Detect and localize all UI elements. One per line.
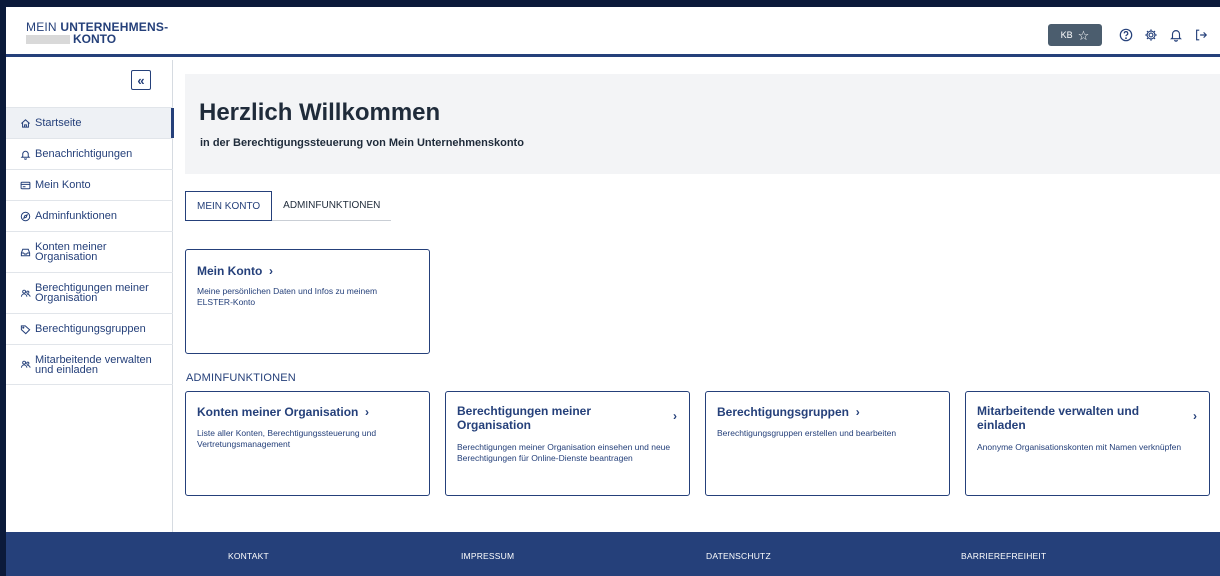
section-label-adminfunktionen: ADMINFUNKTIONEN xyxy=(186,372,296,384)
user-badge-button[interactable]: KB ☆ xyxy=(1048,24,1102,46)
logo[interactable]: MEIN UNTERNEHMENS- KONTO xyxy=(26,21,168,45)
chevron-right-icon: › xyxy=(365,405,370,419)
sidebar-item-label: Startseite xyxy=(35,117,82,129)
tab-mein-konto[interactable]: MEIN KONTO xyxy=(185,191,273,221)
sidebar-item-label: Adminfunktionen xyxy=(35,210,117,222)
sidebar-item-benachrichtigungen[interactable]: Benachrichtigungen xyxy=(6,138,173,169)
footer-link-barrierefreiheit[interactable]: BARRIEREFREIHEIT xyxy=(961,551,1046,561)
card-description: Meine persönlichen Daten und Infos zu me… xyxy=(197,286,378,307)
card-title: Berechtigungen meiner Organisation xyxy=(457,404,592,432)
sidebar-item-mitarbeitende-verwalten[interactable]: Mitarbeitende verwalten und einladen xyxy=(6,344,173,385)
sidebar-nav: Startseite Benachrichtigungen Mein Konto… xyxy=(6,107,174,385)
home-icon xyxy=(19,117,31,129)
chevron-right-icon: › xyxy=(1193,409,1197,423)
sidebar-item-label: Mein Konto xyxy=(35,179,91,191)
card-berechtigungsgruppen[interactable]: Berechtigungsgruppen › Berechtigungsgrup… xyxy=(705,391,950,496)
inbox-icon xyxy=(19,246,31,258)
user-initials: KB xyxy=(1060,30,1073,40)
app-frame: MEIN UNTERNEHMENS- KONTO KB ☆ « Startsei… xyxy=(6,7,1220,576)
chevron-right-icon: › xyxy=(269,264,273,278)
gear-icon[interactable] xyxy=(1140,24,1162,46)
card-mein-konto[interactable]: Mein Konto › Meine persönlichen Daten un… xyxy=(185,249,430,354)
sidebar-item-startseite[interactable]: Startseite xyxy=(6,107,174,138)
card-description: Anonyme Organisationskonten mit Namen ve… xyxy=(977,442,1182,452)
logo-prefix: MEIN xyxy=(26,20,61,34)
sidebar-item-berechtigungsgruppen[interactable]: Berechtigungsgruppen xyxy=(6,313,173,344)
sidebar: « Startseite Benachrichtigungen Mein Kon… xyxy=(6,60,174,532)
card-title: Konten meiner Organisation › xyxy=(197,405,369,419)
sidebar-item-label: Mitarbeitende verwalten und einladen xyxy=(35,353,152,376)
logo-gray-bar xyxy=(26,34,70,44)
card-description: Berechtigungsgruppen erstellen und bearb… xyxy=(717,428,897,438)
card-title-text: Berechtigungsgruppen xyxy=(717,405,850,419)
sidebar-item-label: Berechtigungen meiner Organisation xyxy=(35,282,149,304)
tab-bar: MEIN KONTO ADMINFUNKTIONEN xyxy=(185,191,392,221)
bell-icon xyxy=(19,148,31,160)
sidebar-item-konten-meiner-organisation[interactable]: Konten meiner Organisation xyxy=(6,231,173,272)
tab-adminfunktionen[interactable]: ADMINFUNKTIONEN xyxy=(272,191,391,220)
page-subtitle: in der Berechtigungssteuerung von Mein U… xyxy=(200,137,524,149)
sidebar-item-adminfunktionen[interactable]: Adminfunktionen xyxy=(6,200,173,231)
header-actions: KB ☆ xyxy=(1048,24,1212,46)
welcome-banner: Herzlich Willkommen in der Berechtigungs… xyxy=(185,74,1220,174)
chevron-right-icon: › xyxy=(855,405,860,419)
card-title-text: Konten meiner Organisation xyxy=(197,405,359,419)
card-title: Mein Konto › xyxy=(197,264,273,278)
users-icon xyxy=(19,359,31,371)
sidebar-item-mein-konto[interactable]: Mein Konto xyxy=(6,169,173,200)
logout-icon[interactable] xyxy=(1190,24,1212,46)
footer-link-kontakt[interactable]: KONTAKT xyxy=(228,551,269,561)
card-berechtigungen-meiner-organisation[interactable]: Berechtigungen meiner Organisation › Ber… xyxy=(445,391,690,496)
id-card-icon xyxy=(19,179,31,191)
footer-link-datenschutz[interactable]: DATENSCHUTZ xyxy=(706,551,771,561)
card-title: Berechtigungsgruppen › xyxy=(717,405,860,419)
help-icon[interactable] xyxy=(1115,24,1137,46)
app-header: MEIN UNTERNEHMENS- KONTO KB ☆ xyxy=(6,7,1220,57)
sidebar-item-berechtigungen-meiner-organisation[interactable]: Berechtigungen meiner Organisation xyxy=(6,272,173,313)
card-title-text: Mein Konto xyxy=(197,264,263,278)
card-title: Mitarbeitende verwalten und einladen xyxy=(977,404,1140,432)
card-description: Liste aller Konten, Berechtigungssteueru… xyxy=(197,428,377,449)
users-key-icon xyxy=(19,287,31,299)
sidebar-item-label: Berechtigungsgruppen xyxy=(35,323,146,335)
sidebar-item-label: Benachrichtigungen xyxy=(35,148,133,160)
footer: KONTAKT IMPRESSUM DATENSCHUTZ BARRIEREFR… xyxy=(6,532,1220,576)
compass-icon xyxy=(19,210,31,222)
sidebar-item-label: Konten meiner Organisation xyxy=(35,241,107,263)
bell-icon[interactable] xyxy=(1165,24,1187,46)
chevron-right-icon: › xyxy=(673,409,677,423)
collapse-sidebar-button[interactable]: « xyxy=(131,70,151,90)
logo-line2: KONTO xyxy=(73,32,117,46)
card-description: Berechtigungen meiner Organisation einse… xyxy=(457,442,671,463)
star-outline-icon: ☆ xyxy=(1077,27,1090,43)
footer-link-impressum[interactable]: IMPRESSUM xyxy=(461,551,514,561)
card-mitarbeitende-verwalten[interactable]: Mitarbeitende verwalten und einladen › A… xyxy=(965,391,1210,496)
window-top-border xyxy=(0,0,1220,7)
tag-icon xyxy=(19,323,31,335)
page-title: Herzlich Willkommen xyxy=(199,99,441,126)
card-konten-meiner-organisation[interactable]: Konten meiner Organisation › Liste aller… xyxy=(185,391,430,496)
